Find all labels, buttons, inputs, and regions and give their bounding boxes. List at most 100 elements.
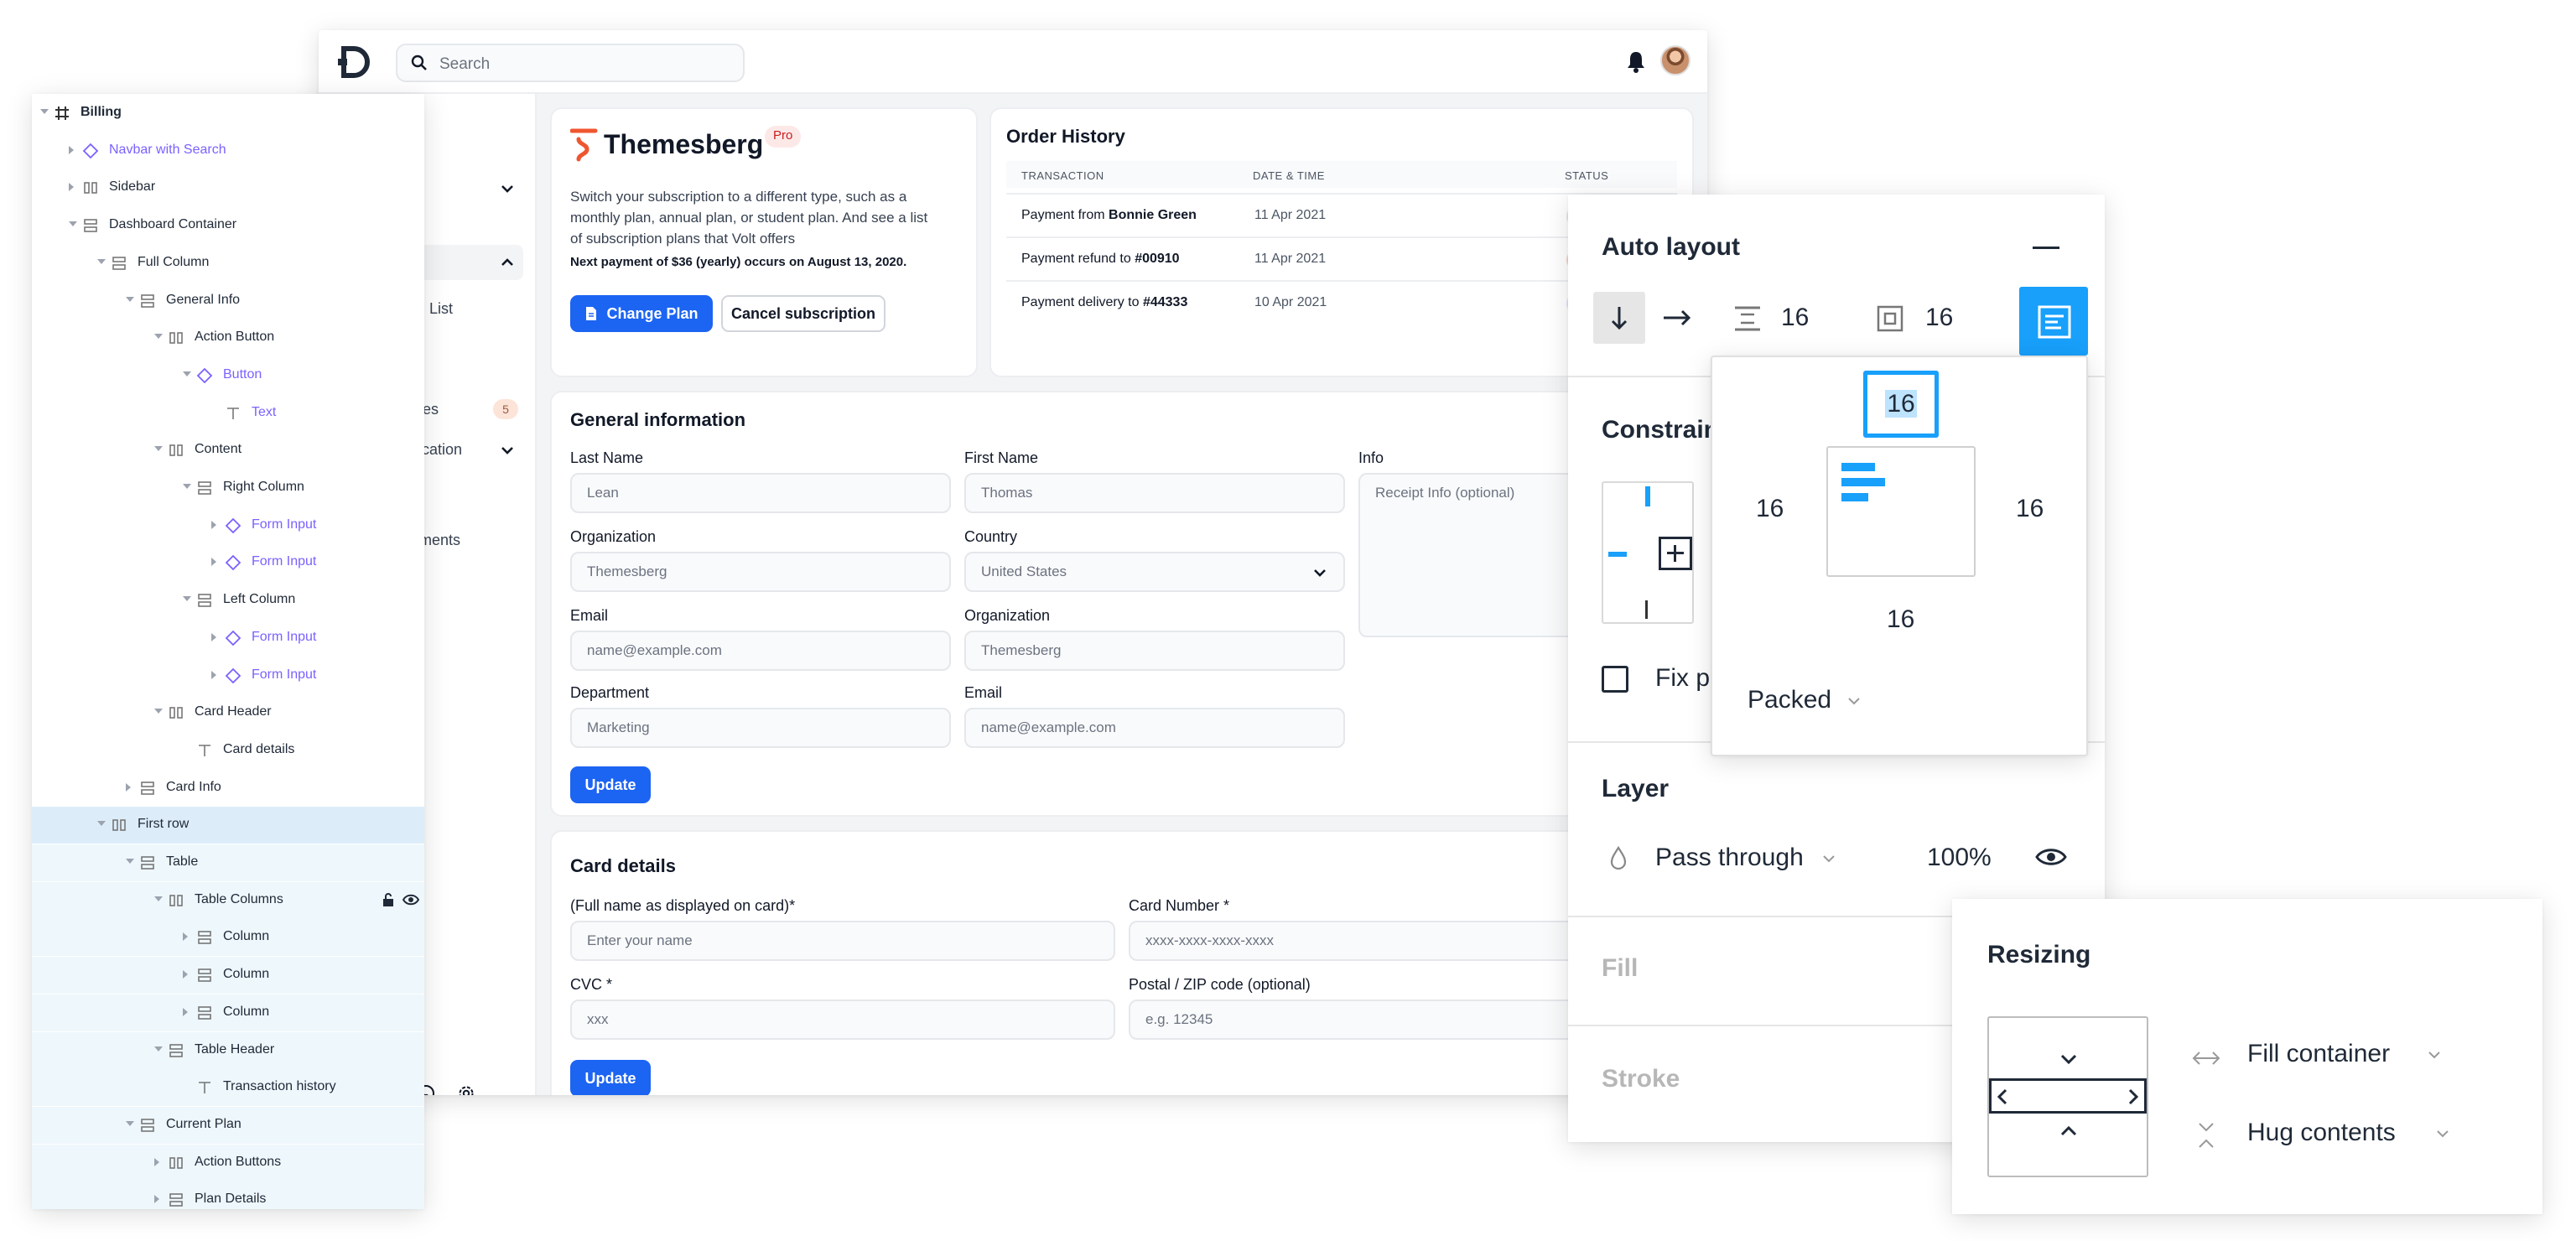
layer-row[interactable]: Current Plan <box>32 1106 424 1144</box>
collapse-arrow-icon[interactable] <box>126 859 134 864</box>
distribution-select[interactable]: Packed <box>1748 686 1831 714</box>
expand-arrow-icon[interactable] <box>183 932 188 942</box>
organization2-field[interactable]: Themesberg <box>964 631 1345 671</box>
card-name-field[interactable]: Enter your name <box>570 921 1115 961</box>
direction-vertical-button[interactable] <box>1593 292 1645 344</box>
layer-row[interactable]: Table Header <box>32 1031 424 1069</box>
layer-row[interactable]: Left Column <box>32 582 424 619</box>
expand-arrow-icon[interactable] <box>211 520 216 529</box>
lock-icon[interactable] <box>381 892 397 909</box>
chevron-down-icon[interactable] <box>498 179 517 198</box>
layer-row[interactable]: Form Input <box>32 507 424 544</box>
expand-arrow-icon[interactable] <box>211 558 216 567</box>
padding-left-input[interactable]: 16 <box>1756 495 1784 523</box>
padding-top-input[interactable]: 16 <box>1863 371 1939 438</box>
layer-row[interactable]: Action Button <box>32 319 424 356</box>
layer-row[interactable]: Form Input <box>32 544 424 581</box>
collapse-arrow-icon[interactable] <box>97 258 106 264</box>
search-input[interactable]: Search <box>396 44 745 82</box>
organization-field[interactable]: Themesberg <box>570 552 951 592</box>
eye-icon[interactable] <box>402 892 419 909</box>
fill-width-bar[interactable] <box>1989 1078 2147 1114</box>
collapse-arrow-icon[interactable] <box>154 896 163 901</box>
padding-value[interactable]: 16 <box>1925 304 1953 332</box>
expand-arrow-icon[interactable] <box>154 1195 159 1204</box>
constraint-left-marker[interactable] <box>1608 552 1627 557</box>
collapse-arrow-icon[interactable] <box>40 109 49 114</box>
resizing-widget[interactable] <box>1987 1016 2148 1177</box>
last-name-field[interactable]: Lean <box>570 473 951 513</box>
avatar[interactable] <box>1660 45 1690 75</box>
expand-arrow-icon[interactable] <box>154 1157 159 1166</box>
constraint-bottom-marker[interactable] <box>1645 600 1648 619</box>
constraint-center-box[interactable] <box>1659 537 1692 570</box>
layer-row[interactable]: Action Buttons <box>32 1144 424 1181</box>
chevron-down-icon[interactable] <box>1821 854 1836 864</box>
layer-row[interactable]: General Info <box>32 283 424 319</box>
constraint-top-marker[interactable] <box>1645 486 1650 506</box>
cvc-field[interactable]: xxx <box>570 1000 1115 1040</box>
horizontal-resizing-select[interactable]: Fill container <box>2247 1040 2390 1068</box>
cancel-subscription-button[interactable]: Cancel subscription <box>721 295 886 332</box>
change-plan-button[interactable]: Change Plan <box>570 295 713 332</box>
chevron-down-icon[interactable] <box>498 441 517 460</box>
expand-arrow-icon[interactable] <box>69 183 74 192</box>
layer-row[interactable]: Table Columns <box>32 881 424 919</box>
layer-row[interactable]: Text <box>32 395 424 432</box>
bell-icon[interactable] <box>1623 49 1649 74</box>
layer-row[interactable]: Form Input <box>32 657 424 694</box>
department-field[interactable]: Marketing <box>570 708 951 748</box>
layer-row[interactable]: Table <box>32 844 424 881</box>
chevron-down-icon[interactable] <box>2435 1129 2450 1139</box>
constraints-widget[interactable] <box>1602 481 1694 624</box>
collapse-arrow-icon[interactable] <box>69 221 77 227</box>
layer-row[interactable]: Sidebar <box>32 169 424 206</box>
gear-icon[interactable] <box>456 1083 476 1095</box>
layer-row[interactable]: Card Info <box>32 770 424 807</box>
collapse-arrow-icon[interactable] <box>154 334 163 340</box>
update-button[interactable]: Update <box>570 766 651 803</box>
layer-row[interactable]: Card Header <box>32 694 424 731</box>
layer-row[interactable]: Dashboard Container <box>32 207 424 244</box>
layer-row[interactable]: Column <box>32 994 424 1031</box>
expand-arrow-icon[interactable] <box>211 632 216 641</box>
first-name-field[interactable]: Thomas <box>964 473 1345 513</box>
padding-bottom-input[interactable]: 16 <box>1887 605 1914 634</box>
layer-row[interactable]: Navbar with Search <box>32 132 424 169</box>
layer-row[interactable]: First row <box>32 807 424 844</box>
layer-row[interactable]: Content <box>32 432 424 469</box>
opacity-value[interactable]: 100% <box>1927 844 1992 872</box>
collapse-arrow-icon[interactable] <box>154 1046 163 1051</box>
collapse-arrow-icon[interactable] <box>97 821 106 827</box>
expand-arrow-icon[interactable] <box>183 970 188 979</box>
spacing-value[interactable]: 16 <box>1781 304 1809 332</box>
blend-mode-select[interactable]: Pass through <box>1655 844 1804 872</box>
sidebar-fragment-2[interactable]: List <box>429 300 453 318</box>
chevron-down-icon[interactable] <box>2427 1050 2442 1060</box>
volt-logo-icon[interactable] <box>335 44 372 80</box>
expand-arrow-icon[interactable] <box>211 670 216 679</box>
eye-icon[interactable] <box>2034 845 2068 869</box>
layer-row[interactable]: Column <box>32 919 424 957</box>
layer-row[interactable]: Plan Details <box>32 1181 424 1209</box>
padding-right-input[interactable]: 16 <box>2016 495 2044 523</box>
layer-row[interactable]: Card details <box>32 732 424 769</box>
email-field[interactable]: name@example.com <box>570 631 951 671</box>
collapse-arrow-icon[interactable] <box>154 709 163 714</box>
expand-arrow-icon[interactable] <box>183 1007 188 1016</box>
layer-row[interactable]: Column <box>32 957 424 994</box>
alignment-padding-button[interactable] <box>2019 287 2088 356</box>
layer-row[interactable]: Transaction history <box>32 1069 424 1107</box>
fix-position-checkbox[interactable] <box>1602 666 1628 693</box>
layer-row[interactable]: Full Column <box>32 245 424 282</box>
layer-row[interactable]: Form Input <box>32 620 424 657</box>
layer-row[interactable]: Right Column <box>32 470 424 506</box>
arrow-right-icon[interactable] <box>1662 305 1692 330</box>
collapse-arrow-icon[interactable] <box>183 596 191 602</box>
expand-arrow-icon[interactable] <box>69 145 74 154</box>
collapse-arrow-icon[interactable] <box>183 371 191 376</box>
chevron-down-icon[interactable] <box>1846 696 1862 706</box>
sidebar-fragment-3[interactable]: es <box>423 401 439 418</box>
collapse-arrow-icon[interactable] <box>183 484 191 489</box>
sidebar-fragment-5[interactable]: ments <box>419 532 460 549</box>
